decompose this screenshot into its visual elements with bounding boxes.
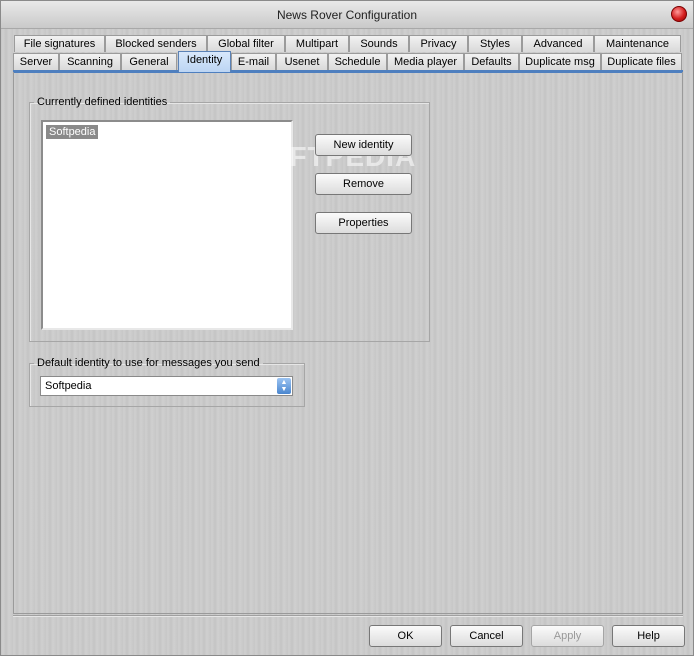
footer-divider (13, 615, 683, 617)
tab-blocked-senders[interactable]: Blocked senders (105, 35, 207, 52)
tab-identity[interactable]: Identity (178, 51, 231, 72)
tab-usenet[interactable]: Usenet (276, 53, 328, 70)
tab-duplicate-msg[interactable]: Duplicate msg (519, 53, 601, 70)
tab-email[interactable]: E-mail (231, 53, 276, 70)
tab-advanced[interactable]: Advanced (522, 35, 594, 52)
tab-schedule[interactable]: Schedule (328, 53, 387, 70)
tab-privacy[interactable]: Privacy (409, 35, 468, 52)
remove-button[interactable]: Remove (315, 173, 412, 195)
tab-general[interactable]: General (121, 53, 177, 70)
close-icon[interactable] (671, 6, 687, 22)
tab-media-player[interactable]: Media player (387, 53, 464, 70)
tab-sounds[interactable]: Sounds (349, 35, 409, 52)
window-title: News Rover Configuration (276, 8, 418, 22)
tab-defaults[interactable]: Defaults (464, 53, 519, 70)
properties-button[interactable]: Properties (315, 212, 412, 234)
updown-arrows-icon[interactable]: ▲ ▼ (277, 378, 291, 394)
list-item[interactable]: Softpedia (46, 125, 99, 139)
apply-button[interactable]: Apply (531, 625, 604, 647)
tab-server[interactable]: Server (13, 53, 59, 70)
tab-scanning[interactable]: Scanning (59, 53, 121, 70)
tab-global-filter[interactable]: Global filter (207, 35, 285, 52)
tab-maintenance[interactable]: Maintenance (594, 35, 681, 52)
ok-button[interactable]: OK (369, 625, 442, 647)
tab-file-signatures[interactable]: File signatures (14, 35, 105, 52)
tab-duplicate-files[interactable]: Duplicate files (601, 53, 682, 70)
help-button[interactable]: Help (612, 625, 685, 647)
default-identity-select[interactable]: Softpedia ▲ ▼ (40, 376, 293, 396)
identities-legend: Currently defined identities (37, 96, 168, 108)
title-bar: News Rover Configuration (1, 1, 693, 29)
tab-multipart[interactable]: Multipart (285, 35, 349, 52)
cancel-button[interactable]: Cancel (450, 625, 523, 647)
default-identity-legend: Default identity to use for messages you… (37, 357, 260, 369)
config-window: News Rover Configuration File signatures… (0, 0, 694, 656)
new-identity-button[interactable]: New identity (315, 134, 412, 156)
tab-styles[interactable]: Styles (468, 35, 522, 52)
default-identity-value: Softpedia (45, 380, 92, 392)
